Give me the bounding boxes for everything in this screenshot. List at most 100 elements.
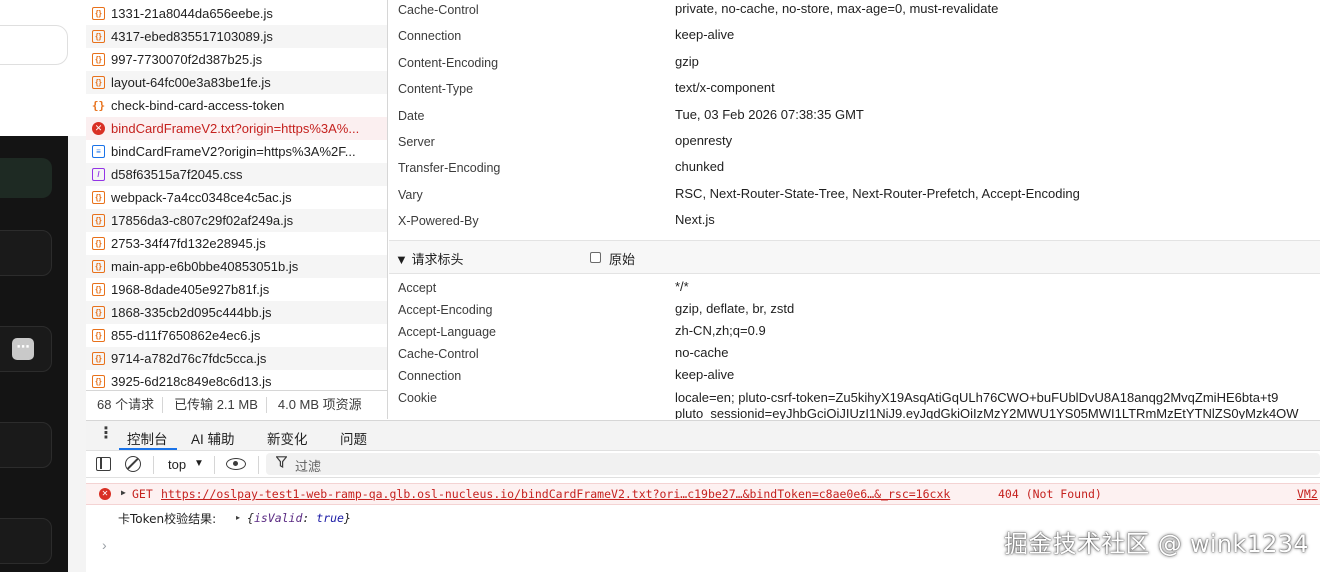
request-row[interactable]: {} 1968-8dade405e927b81f.js <box>86 278 387 301</box>
console-toolbar: top ▼ 过滤 <box>86 450 1320 478</box>
tab-issues[interactable]: 问题 <box>340 428 367 448</box>
request-row[interactable]: {} 1868-335cb2d095c444bb.js <box>86 301 387 324</box>
header-key: Connection <box>398 369 462 383</box>
request-name: bindCardFrameV2.txt?origin=https%3A%... <box>111 121 360 136</box>
header-value: Next.js <box>675 212 715 228</box>
request-row[interactable]: {} check-bind-card-access-token <box>86 94 387 117</box>
request-row[interactable]: {} main-app-e6b0bbe40853051b.js <box>86 255 387 278</box>
context-selector[interactable]: top <box>168 457 186 472</box>
object-separator: : <box>302 511 317 525</box>
cookie-value-line-1: locale=en; pluto-csrf-token=Zu5kihyX19As… <box>675 390 1279 405</box>
filter-placeholder: 过滤 <box>295 459 322 474</box>
request-row[interactable]: ≡ bindCardFrameV2?origin=https%3A%2F... <box>86 140 387 163</box>
request-row[interactable]: {} 17856da3-c807c29f02af249a.js <box>86 209 387 232</box>
request-name: 1968-8dade405e927b81f.js <box>111 282 270 297</box>
request-name: 3925-6d218c849e8c6d13.js <box>111 374 272 389</box>
error-method: GET <box>132 487 153 501</box>
request-name: layout-64fc00e3a83be1fe.js <box>111 75 271 90</box>
toolbar-divider <box>258 456 259 474</box>
header-key: Content-Encoding <box>398 55 499 70</box>
header-key: Accept <box>398 281 437 295</box>
request-name: 997-7730070f2d387b25.js <box>111 52 263 67</box>
sidebar-toggle-icon[interactable] <box>96 457 111 471</box>
header-value: gzip <box>675 53 699 69</box>
drawer-tab-bar: ⋮ 控制台 AI 辅助 新变化 问题 <box>86 420 1320 450</box>
object-preview[interactable]: {isValid: true} <box>247 511 351 525</box>
fetch-icon: {} <box>91 99 106 112</box>
console-prompt-icon[interactable]: › <box>102 537 107 553</box>
app-side-strip: ⋯ <box>0 0 86 572</box>
request-headers-title[interactable]: ▼ 请求标头 <box>395 249 463 268</box>
raw-checkbox-label[interactable]: 原始 <box>609 249 635 268</box>
eye-icon[interactable] <box>226 458 246 470</box>
request-row[interactable]: {} 4317-ebed835517103089.js <box>86 25 387 48</box>
header-row: Accept-Encoding gzip, deflate, br, zstd <box>389 300 1320 322</box>
header-row: Server openresty <box>389 132 1320 154</box>
error-icon: ✕ <box>99 488 111 500</box>
request-row[interactable]: / d58f63515a7f2045.css <box>86 163 387 186</box>
js-file-icon: {} <box>92 7 105 20</box>
request-row[interactable]: {} 1331-21a8044da656eebe.js <box>86 2 387 25</box>
js-file-icon: {} <box>92 283 105 296</box>
header-value: keep-alive <box>675 367 735 382</box>
clear-console-icon[interactable] <box>125 456 141 472</box>
js-file-icon: {} <box>92 352 105 365</box>
header-row: Content-Encoding gzip <box>389 53 1320 75</box>
request-name: webpack-7a4cc0348ce4c5ac.js <box>111 190 292 205</box>
error-request-link[interactable]: https://oslpay-test1-web-ramp-qa.glb.osl… <box>161 487 950 501</box>
log-label: 卡Token校验结果: <box>118 512 217 526</box>
sidebar-item-active[interactable] <box>0 158 52 198</box>
object-value: true <box>316 511 344 525</box>
request-name: 2753-34f47fd132e28945.js <box>111 236 266 251</box>
js-file-icon: {} <box>92 237 105 250</box>
error-status: 404 (Not Found) <box>998 487 1102 501</box>
header-value: */* <box>675 279 689 294</box>
header-value: no-cache <box>675 345 729 360</box>
tab-ai-assistance[interactable]: AI 辅助 <box>191 428 235 448</box>
expand-caret-icon[interactable]: ▸ <box>236 513 240 522</box>
document-icon: ≡ <box>92 145 105 158</box>
js-file-icon: {} <box>92 191 105 204</box>
js-file-icon: {} <box>92 375 105 388</box>
console-filter-input[interactable]: 过滤 <box>266 453 1320 475</box>
tab-changes[interactable]: 新变化 <box>267 428 308 448</box>
header-key: Connection <box>398 29 462 44</box>
sidebar-item[interactable] <box>0 230 52 276</box>
header-key: Cookie <box>398 391 437 405</box>
header-value: zh-CN,zh;q=0.9 <box>675 323 766 338</box>
request-headers-section-header[interactable]: ▼ 请求标头 原始 <box>389 240 1320 274</box>
header-key: Date <box>398 108 425 123</box>
watermark-text: 掘金技术社区 @ wink1234 <box>1004 530 1309 558</box>
request-name: 17856da3-c807c29f02af249a.js <box>111 213 294 228</box>
header-row: Connection keep-alive <box>389 366 1320 388</box>
js-file-icon: {} <box>92 30 105 43</box>
sidebar-item[interactable] <box>0 422 52 468</box>
request-row[interactable]: {} 3925-6d218c849e8c6d13.js <box>86 370 387 390</box>
header-row: Cache-Control private, no-cache, no-store… <box>389 0 1320 22</box>
header-value: keep-alive <box>675 27 735 43</box>
request-row[interactable]: ✕ bindCardFrameV2.txt?origin=https%3A%... <box>86 117 387 140</box>
header-key: Cache-Control <box>398 3 479 17</box>
header-key: Server <box>398 135 435 149</box>
chevron-down-icon[interactable]: ▼ <box>194 458 204 469</box>
sidebar-item[interactable] <box>0 518 52 564</box>
request-row[interactable]: {} 2753-34f47fd132e28945.js <box>86 232 387 255</box>
kebab-menu-icon[interactable]: ⋮ <box>98 426 114 442</box>
more-icon[interactable]: ⋯ <box>12 338 34 360</box>
header-key: Vary <box>398 187 423 202</box>
request-row[interactable]: {} layout-64fc00e3a83be1fe.js <box>86 71 387 94</box>
request-row[interactable]: {} 997-7730070f2d387b25.js <box>86 48 387 71</box>
app-search-field[interactable] <box>0 25 68 65</box>
request-row[interactable]: {} 855-d11f7650862e4ec6.js <box>86 324 387 347</box>
raw-checkbox[interactable] <box>590 252 601 263</box>
toolbar-divider <box>153 456 154 474</box>
object-brace-close: } <box>343 511 351 525</box>
error-source-link[interactable]: VM2 <box>1297 487 1318 501</box>
header-row: Accept */* <box>389 278 1320 300</box>
error-icon: ✕ <box>92 122 105 135</box>
app-dark-sidebar: ⋯ <box>0 136 68 572</box>
request-row[interactable]: {} 9714-a782d76c7fdc5cca.js <box>86 347 387 370</box>
expand-caret-icon[interactable]: ▶ <box>121 488 126 497</box>
request-row[interactable]: {} webpack-7a4cc0348ce4c5ac.js <box>86 186 387 209</box>
tab-console[interactable]: 控制台 <box>127 428 168 448</box>
